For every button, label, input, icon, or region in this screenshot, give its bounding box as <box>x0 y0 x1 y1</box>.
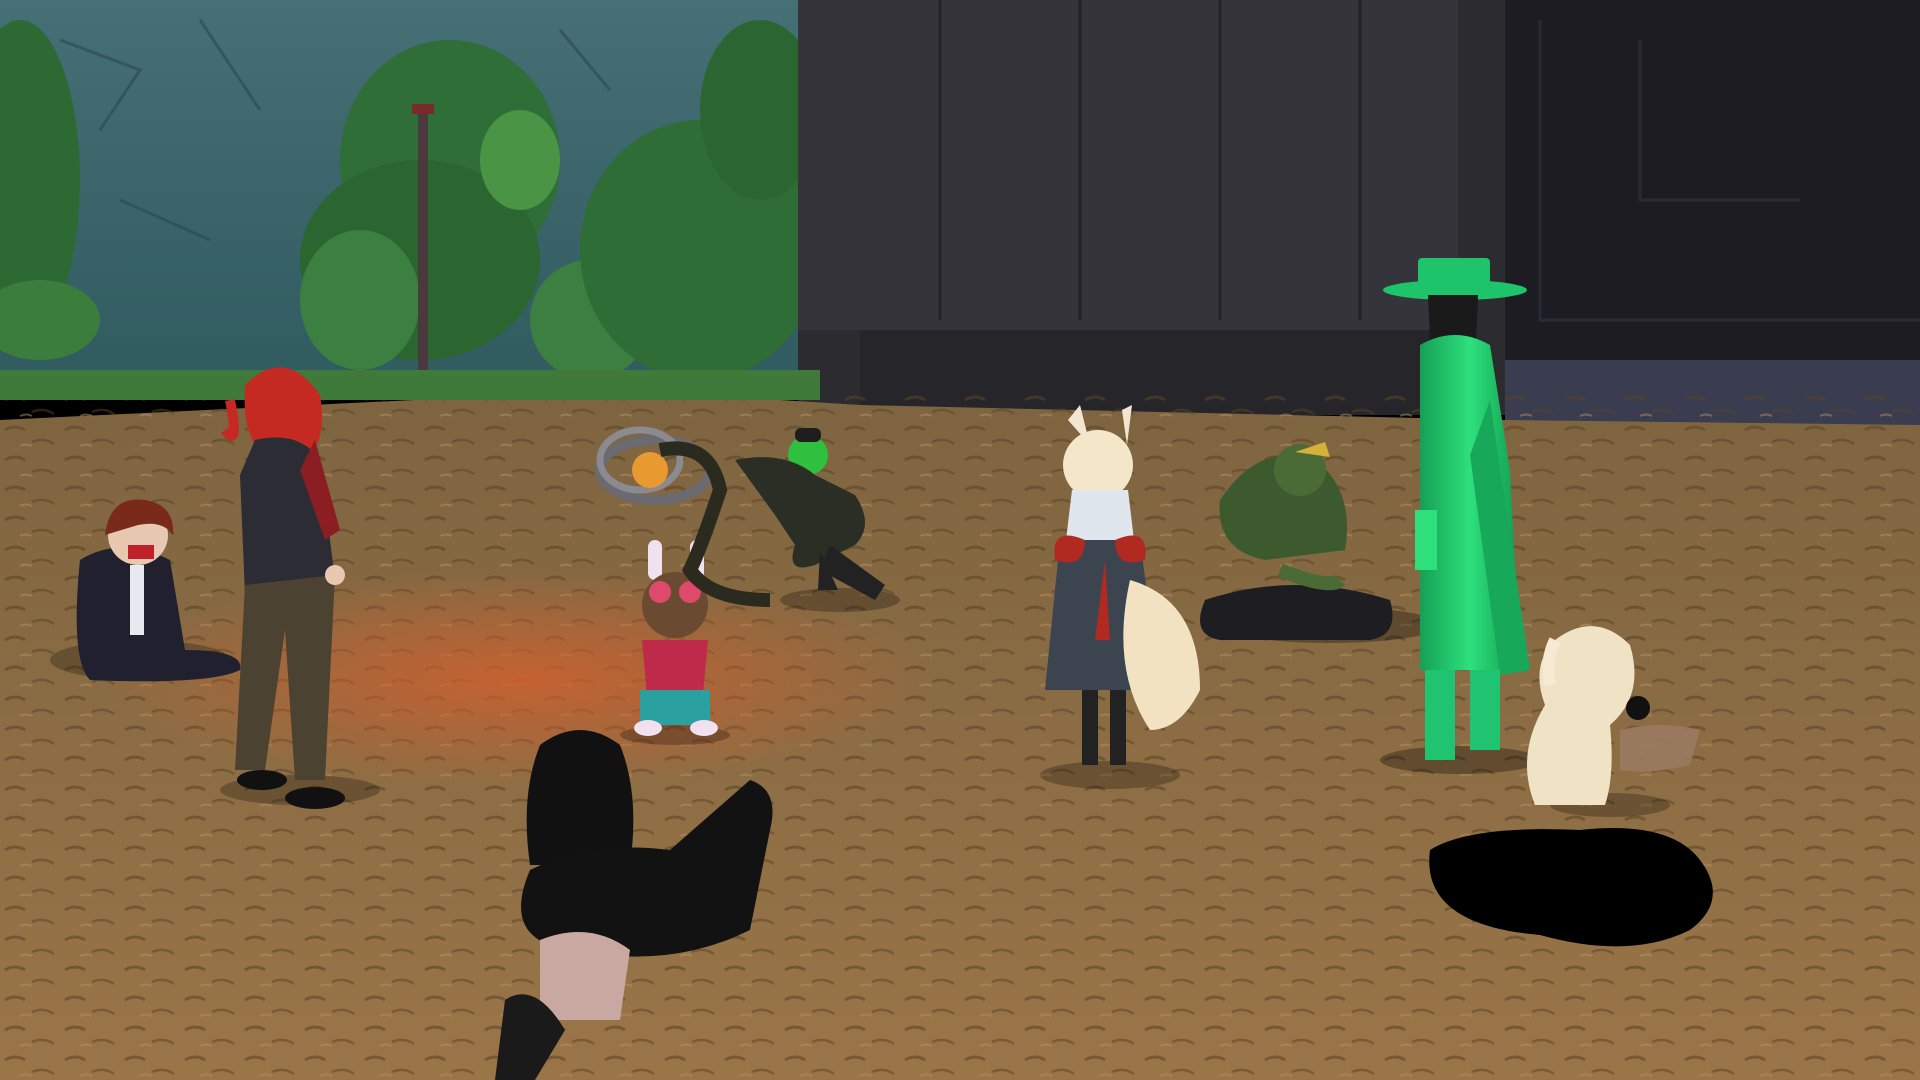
world-render <box>0 0 1920 1080</box>
building <box>798 0 1920 430</box>
game-viewport[interactable] <box>0 0 1920 1080</box>
